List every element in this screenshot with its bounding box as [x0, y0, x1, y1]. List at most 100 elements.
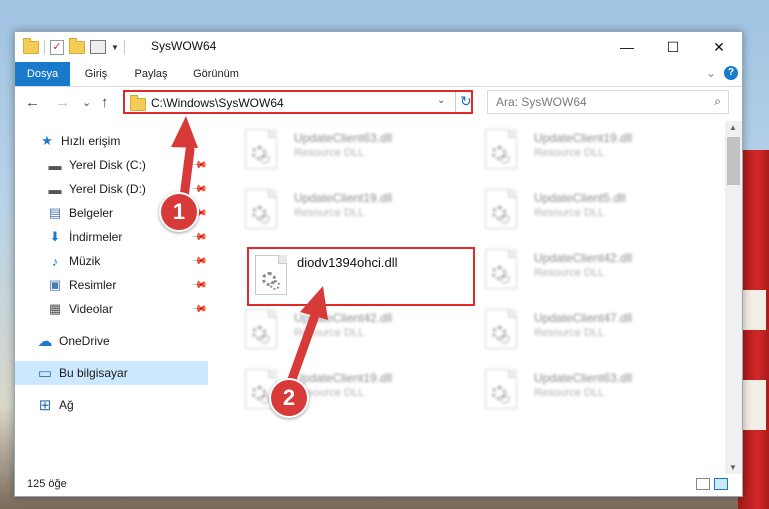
- file-tile[interactable]: UpdateClient19.dll Resource DLL: [231, 183, 451, 237]
- tab-giris[interactable]: Giriş: [73, 62, 119, 86]
- back-arrow-icon[interactable]: ←: [25, 94, 40, 111]
- file-tile[interactable]: UpdateClient47.dll Resource DLL: [471, 303, 691, 357]
- file-type: Resource DLL: [294, 327, 365, 339]
- pin-icon[interactable]: 📌: [191, 181, 208, 198]
- file-type: Resource DLL: [534, 267, 605, 279]
- file-type: Resource DLL: [534, 207, 605, 219]
- file-name: UpdateClient42.dll: [294, 311, 393, 325]
- sidebar-item-label: İndirmeler: [69, 230, 123, 244]
- tab-paylas[interactable]: Paylaş: [123, 62, 179, 86]
- sidebar-item-videos[interactable]: ▦ Videolar 📌: [15, 297, 208, 321]
- pin-icon[interactable]: 📌: [191, 301, 208, 318]
- dll-file-icon: [245, 129, 277, 169]
- file-tile[interactable]: UpdateClient5.dll Resource DLL: [471, 183, 691, 237]
- sidebar-item-this-pc[interactable]: ▭ Bu bilgisayar: [15, 361, 208, 385]
- file-tile[interactable]: UpdateClient63.dll Resource DLL: [231, 123, 451, 177]
- file-type: Resource DLL: [294, 147, 365, 159]
- sidebar-item-music[interactable]: ♪ Müzik 📌: [15, 249, 208, 273]
- file-type: Resource DLL: [534, 387, 605, 399]
- sidebar-item-label: Yerel Disk (D:): [69, 182, 146, 196]
- step-badge-1: 1: [159, 192, 199, 232]
- scroll-down-icon[interactable]: ▼: [729, 463, 737, 472]
- forward-arrow-icon[interactable]: →: [55, 94, 70, 111]
- recent-locations-icon[interactable]: ⌄: [82, 96, 91, 109]
- address-path[interactable]: C:\Windows\SysWOW64: [151, 96, 284, 110]
- network-icon: ⊞: [38, 397, 52, 414]
- dll-file-icon: [485, 189, 517, 229]
- file-tile[interactable]: UpdateClient19.dll Resource DLL: [471, 123, 691, 177]
- folder-icon: [23, 37, 39, 54]
- maximize-button[interactable]: ☐: [650, 32, 696, 62]
- new-folder-icon[interactable]: [69, 37, 85, 54]
- file-tile[interactable]: UpdateClient42.dll Resource DLL: [231, 303, 451, 357]
- refresh-icon[interactable]: ↻: [460, 93, 472, 110]
- file-name: UpdateClient19.dll: [534, 131, 633, 145]
- scroll-up-icon[interactable]: ▲: [729, 123, 737, 132]
- file-name: UpdateClient63.dll: [294, 131, 393, 145]
- sidebar-item-label: Videolar: [69, 302, 113, 316]
- file-tile[interactable]: UpdateClient42.dll Resource DLL: [471, 243, 691, 297]
- computer-icon: ▭: [37, 365, 53, 382]
- item-count: 125 öğe: [27, 478, 67, 490]
- file-name: UpdateClient42.dll: [534, 251, 633, 265]
- qat-dropdown-icon[interactable]: ▼: [111, 43, 119, 52]
- dll-file-icon: [485, 369, 517, 409]
- sidebar-item-pictures[interactable]: ▣ Resimler 📌: [15, 273, 208, 297]
- file-name: UpdateClient19.dll: [294, 191, 393, 205]
- sidebar-item-onedrive[interactable]: ☁ OneDrive: [15, 329, 208, 353]
- dll-file-icon: [485, 309, 517, 349]
- music-icon: ♪: [51, 253, 59, 269]
- drive-icon: ▬: [48, 157, 62, 173]
- sidebar-item-label: Bu bilgisayar: [59, 366, 128, 380]
- sidebar-item-label: Ağ: [59, 398, 74, 412]
- close-button[interactable]: ✕: [696, 32, 742, 62]
- download-icon: ⬇: [49, 229, 61, 244]
- file-name: UpdateClient5.dll: [534, 191, 626, 205]
- help-icon[interactable]: ?: [724, 66, 738, 80]
- sidebar-item-quick-access[interactable]: ★ Hızlı erişim: [15, 129, 208, 153]
- search-icon[interactable]: ⌕: [714, 94, 721, 109]
- view-properties-icon[interactable]: [90, 40, 106, 54]
- sidebar-item-label: OneDrive: [59, 334, 110, 348]
- documents-icon: ▤: [48, 205, 62, 220]
- address-dropdown-icon[interactable]: ⌄: [437, 95, 445, 106]
- status-bar: 125 öğe: [15, 474, 742, 496]
- sidebar-item-label: Müzik: [69, 254, 101, 268]
- details-view-icon[interactable]: [696, 478, 710, 490]
- vertical-scrollbar[interactable]: ▲ ▼: [725, 121, 742, 474]
- drive-icon: ▬: [48, 181, 62, 197]
- address-bar[interactable]: C:\Windows\SysWOW64 ⌄ ↻: [123, 90, 473, 114]
- sidebar-item-label: Yerel Disk (C:): [69, 158, 146, 172]
- pin-icon[interactable]: 📌: [191, 253, 208, 270]
- up-arrow-icon[interactable]: ↑: [101, 94, 109, 111]
- minimize-button[interactable]: —: [604, 32, 650, 62]
- sidebar-item-network[interactable]: ⊞ Ağ: [15, 393, 208, 417]
- pin-icon[interactable]: 📌: [191, 157, 208, 174]
- highlighted-file-tile[interactable]: diodv1394ohci.dll: [247, 247, 475, 306]
- search-input[interactable]: Ara: SysWOW64 ⌕: [487, 90, 729, 114]
- pin-icon[interactable]: 📌: [191, 277, 208, 294]
- file-name: diodv1394ohci.dll: [297, 255, 398, 270]
- ribbon-expand-icon[interactable]: ⌄: [706, 66, 716, 80]
- dll-file-icon: [485, 249, 517, 289]
- step-badge-2: 2: [269, 378, 309, 418]
- pin-icon[interactable]: 📌: [191, 229, 208, 246]
- dll-file-icon: [485, 129, 517, 169]
- file-type: Resource DLL: [534, 147, 605, 159]
- dll-file-icon: [255, 255, 287, 295]
- star-icon: ★: [41, 133, 53, 148]
- sidebar-item-local-disk-c[interactable]: ▬ Yerel Disk (C:) 📌: [15, 153, 208, 177]
- scrollbar-thumb[interactable]: [727, 137, 740, 185]
- tab-gorunum[interactable]: Görünüm: [183, 62, 249, 86]
- file-tile[interactable]: UpdateClient19.dll Resource DLL: [231, 363, 451, 417]
- tab-dosya[interactable]: Dosya: [15, 62, 70, 86]
- ribbon-tabs: Dosya Giriş Paylaş Görünüm ⌄ ?: [15, 62, 742, 87]
- dll-file-icon: [245, 309, 277, 349]
- file-tile[interactable]: UpdateClient63.dll Resource DLL: [471, 363, 691, 417]
- properties-check-icon[interactable]: ✓: [50, 39, 64, 55]
- tiles-view-icon[interactable]: [714, 478, 728, 490]
- window-title: SysWOW64: [151, 39, 217, 53]
- cloud-icon: ☁: [37, 333, 53, 350]
- file-list: UpdateClient63.dll Resource DLL UpdateCl…: [221, 121, 724, 474]
- sidebar-item-label: Resimler: [69, 278, 117, 292]
